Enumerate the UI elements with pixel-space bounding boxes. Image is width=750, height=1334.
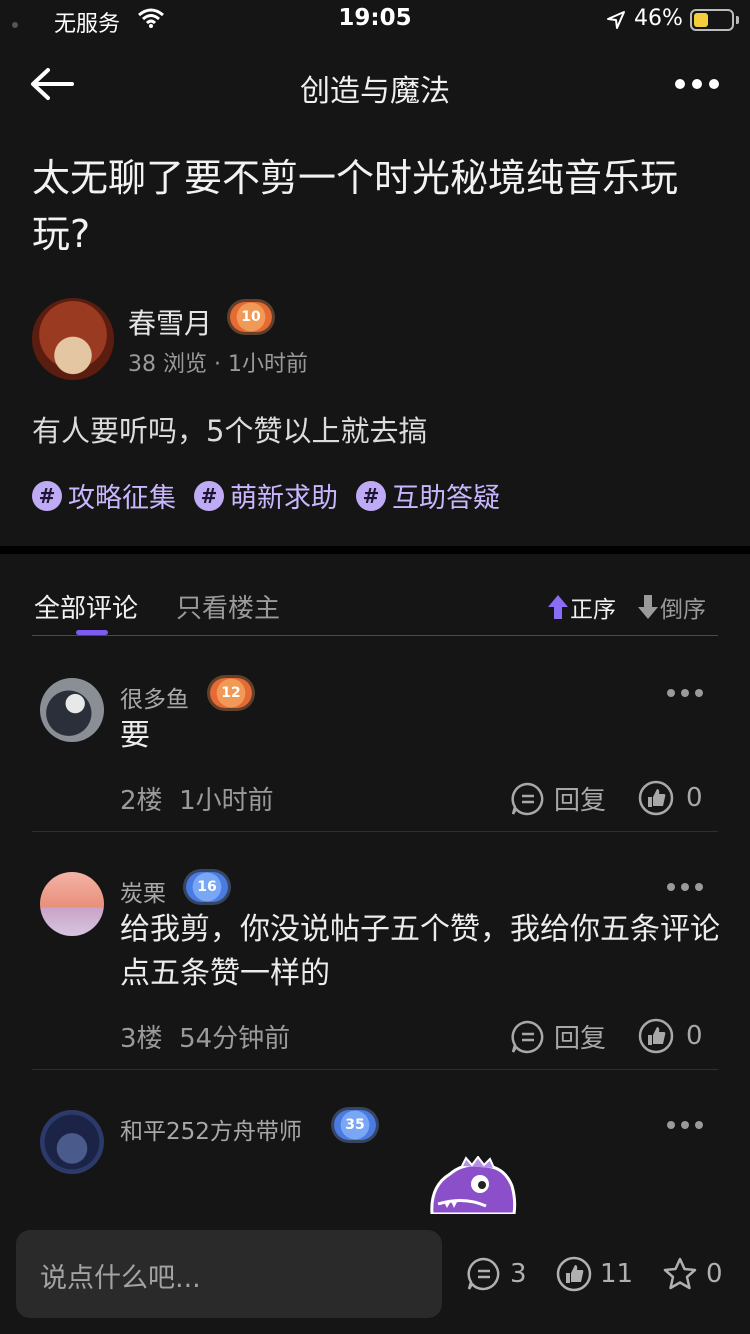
comment-bubble-icon [511, 1020, 544, 1053]
post-like-button[interactable]: 11 [556, 1256, 633, 1292]
tag-chip[interactable]: # 萌新求助 [194, 476, 338, 515]
commenter-level-badge: 12 [210, 678, 252, 708]
reply-button[interactable]: 回复 [510, 1018, 606, 1055]
comment-divider [32, 831, 718, 832]
like-count: 0 [686, 1021, 703, 1051]
comment-floor-time: 3楼 54分钟前 [120, 1018, 290, 1055]
post-meta: 38 浏览 · 1小时前 [128, 352, 308, 377]
comment-text: 要 [120, 718, 150, 753]
commenter-level-badge: 35 [334, 1110, 376, 1140]
battery-percent: 46% [634, 6, 683, 31]
comment-floor-time: 2楼 1小时前 [120, 780, 274, 817]
comment-more-icon[interactable] [666, 881, 704, 893]
commenter-avatar[interactable] [40, 872, 104, 936]
comment-bubble-icon [467, 1257, 500, 1291]
hashtag-icon: # [356, 480, 386, 511]
floor-number: 3楼 [120, 1024, 163, 1054]
floor-number: 2楼 [120, 786, 163, 816]
post-title: 太无聊了要不剪一个时光秘境纯音乐玩玩? [32, 156, 679, 256]
commenter-name[interactable]: 炭栗 [120, 874, 166, 908]
page-title: 创造与魔法 [300, 74, 450, 109]
author-level-badge: 10 [230, 302, 272, 332]
tag-list: # 攻略征集 # 萌新求助 # 互助答疑 [32, 476, 500, 515]
battery-cap [736, 16, 739, 24]
reply-button[interactable]: 回复 [510, 780, 606, 817]
comment-more-icon[interactable] [666, 1119, 704, 1131]
like-button[interactable]: 0 [638, 1018, 703, 1054]
more-options-icon[interactable] [674, 74, 720, 94]
sort-descending-button[interactable]: 倒序 [636, 590, 706, 624]
commenter-avatar[interactable] [40, 1110, 104, 1174]
comment-text: 给我剪，你没说帖子五个赞，我给你五条评论点五条赞一样的 [120, 912, 720, 991]
comment-input-placeholder: 说点什么吧... [40, 1263, 201, 1294]
sort-asc-label: 正序 [570, 597, 616, 623]
thumbs-up-icon [638, 1018, 674, 1054]
commenter-level-badge: 16 [186, 872, 228, 902]
post-like-count: 11 [600, 1259, 634, 1289]
thumbs-up-icon [556, 1256, 592, 1292]
comments-count: 3 [510, 1259, 527, 1289]
section-divider [0, 546, 750, 554]
tabs-divider [32, 635, 718, 636]
status-bar: 无服务 19:05 46% [0, 0, 750, 40]
tag-label: 萌新求助 [230, 483, 338, 514]
reply-label: 回复 [554, 786, 607, 816]
battery-icon [690, 9, 734, 31]
comment-time: 1小时前 [179, 786, 274, 816]
commenter-avatar[interactable] [40, 678, 104, 742]
thumbs-up-icon [638, 780, 674, 816]
star-icon [663, 1257, 697, 1290]
like-count: 0 [686, 783, 703, 813]
tab-all-comments[interactable]: 全部评论 [34, 588, 138, 625]
commenter-name[interactable]: 和平252方舟带师 [120, 1112, 302, 1146]
comment-bubble-icon [511, 782, 544, 815]
sort-desc-label: 倒序 [660, 597, 706, 623]
tag-label: 攻略征集 [68, 483, 176, 514]
nav-bar: 创造与魔法 [0, 52, 750, 116]
favorite-button[interactable]: 0 [662, 1256, 723, 1292]
arrow-up-icon [548, 595, 568, 619]
tab-owner-only[interactable]: 只看楼主 [176, 588, 280, 625]
reply-label: 回复 [554, 1024, 607, 1054]
like-button[interactable]: 0 [638, 780, 703, 816]
tag-label: 互助答疑 [392, 483, 500, 514]
location-arrow-icon [607, 11, 625, 29]
comment-more-icon[interactable] [666, 687, 704, 699]
comment-input[interactable]: 说点什么吧... [16, 1230, 442, 1318]
tag-chip[interactable]: # 攻略征集 [32, 476, 176, 515]
hashtag-icon: # [32, 480, 62, 511]
favorite-count: 0 [706, 1259, 723, 1289]
tag-chip[interactable]: # 互助答疑 [356, 476, 500, 515]
dinosaur-sticker-image [430, 1156, 517, 1214]
author-avatar[interactable] [32, 298, 114, 380]
hashtag-icon: # [194, 480, 224, 511]
comment-divider [32, 1069, 718, 1070]
bottom-action-bar: 说点什么吧... 3 11 0 [0, 1214, 750, 1334]
comment-time: 54分钟前 [179, 1024, 291, 1054]
arrow-down-icon [638, 595, 658, 619]
sort-ascending-button[interactable]: 正序 [546, 590, 616, 624]
post-body: 有人要听吗，5个赞以上就去搞 [32, 414, 428, 448]
commenter-name[interactable]: 很多鱼 [120, 680, 189, 714]
author-name[interactable]: 春雪月 [128, 302, 212, 342]
comments-count-button[interactable]: 3 [466, 1256, 527, 1292]
